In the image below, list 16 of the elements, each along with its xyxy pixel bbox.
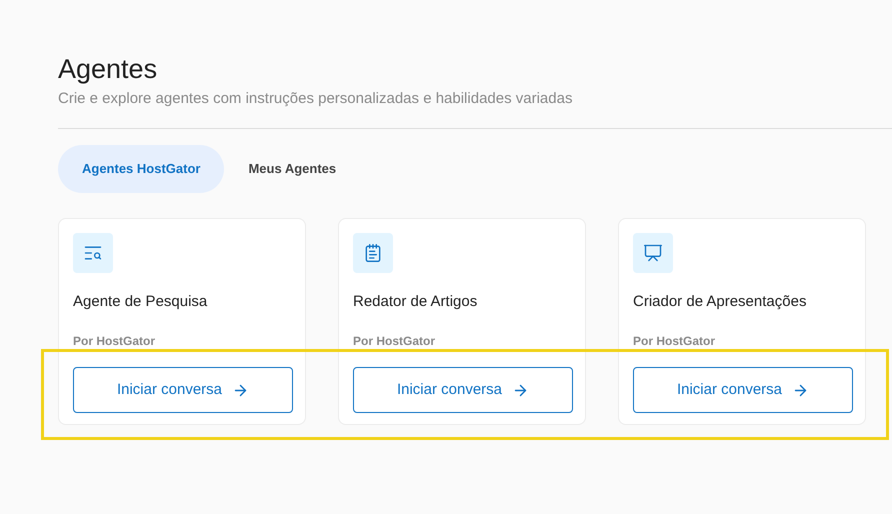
text-search-icon	[73, 232, 113, 272]
document-icon	[353, 232, 393, 272]
tab[interactable]: Agentes HostGator	[58, 144, 224, 192]
agent-title: Redator de Artigos	[353, 292, 478, 312]
start-chat-button[interactable]: Iniciar conversa	[633, 367, 853, 413]
tab[interactable]: Meus Agentes	[224, 144, 360, 192]
start-chat-button[interactable]: Iniciar conversa	[73, 367, 293, 413]
agent-author: Por HostGator	[73, 333, 156, 350]
page-title: Agentes	[58, 53, 158, 86]
presentation-board-icon	[633, 232, 673, 272]
agent-author: Por HostGator	[633, 333, 716, 350]
agent-title: Agente de Pesquisa	[73, 292, 208, 312]
agent-title: Criador de Apresentações	[633, 292, 806, 312]
start-chat-button[interactable]: Iniciar conversa	[353, 367, 573, 413]
agent-author: Por HostGator	[353, 333, 436, 350]
page-subtitle: Crie e explore agentes com instruções personalizadas e habilidades variadas	[58, 89, 572, 109]
